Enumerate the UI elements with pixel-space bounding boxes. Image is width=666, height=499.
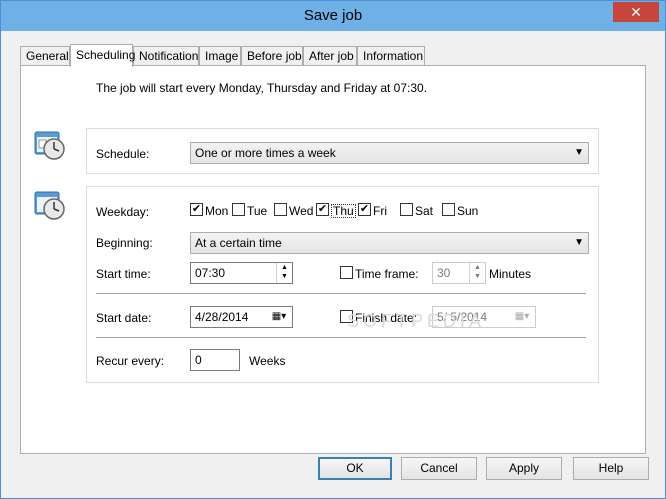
time-frame-unit: Minutes [489,267,532,281]
cancel-button[interactable]: Cancel [401,457,477,480]
time-frame-checkbox[interactable] [340,266,353,279]
close-icon: ✕ [630,4,642,20]
thu-label: Thu [331,204,356,218]
schedule-label: Schedule: [96,147,150,161]
spin-down-icon[interactable]: ▼ [277,272,292,281]
recur-value: 0 [195,353,202,367]
dialog-client: General Scheduling Notification Image Be… [8,31,658,492]
tab-after-job[interactable]: After job [303,46,357,66]
help-button[interactable]: Help [573,457,649,480]
mon-checkbox[interactable]: ✔ [190,203,203,216]
wed-label: Wed [289,204,314,218]
tab-image[interactable]: Image [199,46,241,66]
tab-information[interactable]: Information [357,46,425,66]
calendar-clock-icon [33,188,65,220]
scheduling-panel: The job will start every Monday, Thursda… [20,65,646,454]
start-date-picker[interactable]: 4/28/2014 ▦▾ [190,306,293,328]
weekday-label: Weekday: [96,205,150,219]
fri-checkbox[interactable]: ✔ [358,203,371,216]
beginning-select[interactable]: At a certain time ▼ [190,232,589,254]
start-time-value: 07:30 [195,266,226,280]
chevron-down-icon: ▼ [574,147,584,158]
time-frame-spinner[interactable]: ▲ ▼ [469,263,485,283]
tue-label: Tue [247,204,268,218]
window-title: Save job [303,7,363,24]
mon-label: Mon [205,204,229,218]
spin-up-icon[interactable]: ▲ [470,263,485,272]
start-time-label: Start time: [96,267,151,281]
spin-up-icon[interactable]: ▲ [277,263,292,272]
recur-unit: Weeks [249,354,286,368]
calendar-clock-icon [33,128,65,160]
schedule-value: One or more times a week [195,146,336,160]
calendar-dropdown-icon[interactable]: ▦▾ [268,309,290,325]
time-frame-label: Time frame: [355,267,419,281]
time-frame-value: 30 [437,266,451,280]
sat-checkbox[interactable] [400,203,413,216]
divider [96,337,586,338]
calendar-dropdown-icon[interactable]: ▦▾ [511,309,533,325]
thu-checkbox[interactable]: ✔ [316,203,329,216]
title-bar[interactable]: Save job ✕ [1,1,665,31]
apply-button[interactable]: Apply [486,457,562,480]
chevron-down-icon: ▼ [574,237,584,248]
save-job-window: Save job ✕ General Scheduling Notificati… [0,0,666,499]
tab-before-job[interactable]: Before job [241,46,303,66]
sat-label: Sat [415,204,434,218]
spin-down-icon[interactable]: ▼ [470,272,485,281]
time-frame-input[interactable]: 30 ▲ ▼ [432,262,486,284]
close-button[interactable]: ✕ [613,2,659,22]
recur-input[interactable]: 0 [190,349,240,371]
watermark: SOFTPEDIA [347,311,486,331]
schedule-summary: The job will start every Monday, Thursda… [96,81,428,95]
schedule-group: Schedule: One or more times a week ▼ [86,128,599,174]
tab-scheduling[interactable]: Scheduling [70,44,135,67]
start-time-input[interactable]: 07:30 ▲ ▼ [190,262,293,284]
ok-button[interactable]: OK [318,457,392,480]
tab-notification[interactable]: Notification [133,46,199,66]
fri-label: Fri [373,204,387,218]
sun-checkbox[interactable] [442,203,455,216]
schedule-select[interactable]: One or more times a week ▼ [190,142,589,164]
recur-label: Recur every: [96,354,165,368]
start-date-value: 4/28/2014 [195,310,249,324]
weekday-group: Weekday: ✔ Mon Tue Wed ✔ Thu ✔ Fri Sat S… [86,186,599,383]
tab-general[interactable]: General [20,46,70,66]
sun-label: Sun [457,204,479,218]
tue-checkbox[interactable] [232,203,245,216]
time-spinner[interactable]: ▲ ▼ [276,263,292,283]
beginning-value: At a certain time [195,236,282,250]
start-date-label: Start date: [96,311,152,325]
wed-checkbox[interactable] [274,203,287,216]
beginning-label: Beginning: [96,236,153,250]
divider [96,293,586,294]
